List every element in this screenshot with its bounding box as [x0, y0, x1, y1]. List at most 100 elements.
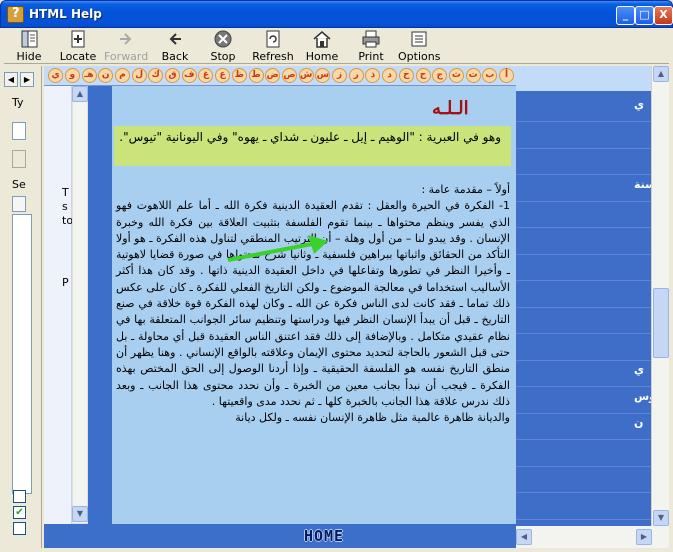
alphabet-letter-button[interactable]: س — [315, 68, 331, 83]
inner-scrollbar[interactable]: ▲ ▼ — [72, 86, 88, 524]
topic-list-row[interactable] — [516, 490, 651, 520]
alphabet-letter-button[interactable]: ط — [248, 68, 264, 83]
topic-list-row[interactable] — [516, 251, 651, 281]
navigation-pane: ◀ ▶ Ty Se ✔ — [4, 66, 42, 548]
alphabet-letter-button[interactable]: ج — [432, 68, 448, 83]
locate-icon — [71, 30, 85, 48]
alphabet-letter-button[interactable]: ق — [165, 68, 180, 83]
article-body: أولاً – مقدمة عامة : 1- الفكرة في الحيرة… — [116, 182, 510, 426]
toolbar: Hide Locate Forward Back Stop Refresh Ho… — [4, 28, 669, 64]
back-button[interactable]: Back — [158, 28, 192, 64]
hide-button[interactable]: Hide — [12, 28, 46, 64]
topic-list-row[interactable] — [516, 225, 651, 255]
title-bar: HTML Help _ □ X — [0, 0, 673, 28]
scroll-thumb[interactable] — [653, 288, 669, 358]
article-page: الـلـه وهو في العبرية : "الوهيم ـ إيل ـ … — [112, 86, 516, 524]
stop-button[interactable]: Stop — [206, 28, 240, 64]
content-vertical-scrollbar[interactable]: ▲ ▼ — [651, 66, 669, 526]
refresh-button[interactable]: Refresh — [252, 28, 294, 64]
scroll-down-icon[interactable]: ▼ — [653, 510, 669, 526]
alphabet-letter-button[interactable]: ل — [131, 68, 147, 83]
topic-list-row[interactable] — [516, 119, 651, 149]
print-button-label: Print — [358, 50, 384, 63]
alphabet-letter-button[interactable]: ن — [98, 68, 114, 83]
stop-icon — [214, 30, 232, 48]
topic-list-row[interactable] — [516, 304, 651, 334]
nav-scroll-left-icon[interactable]: ◀ — [4, 72, 18, 87]
alphabet-bar: أ ب ت ث ج ح خ د ذ ر ز س ش ص ض ط ظ ع غ ف ق ك ل م ن هـ و ي — [44, 66, 516, 86]
highlight-text: وهو في العبرية : "الوهيم ـ إيل ـ عليون ـ… — [119, 130, 501, 144]
topics-list[interactable] — [12, 214, 32, 494]
options-button-label: Options — [398, 50, 441, 63]
locate-button[interactable]: Locate — [58, 28, 98, 64]
home-icon — [313, 31, 331, 48]
help-app-icon — [7, 6, 24, 23]
print-button[interactable]: Print — [354, 28, 388, 64]
scroll-right-icon[interactable]: ▶ — [636, 529, 652, 545]
topic-list-panel[interactable]: ي سنة ي وس ن — [516, 92, 654, 548]
alphabet-letter-button[interactable]: ز — [332, 68, 347, 83]
topic-list-row[interactable] — [516, 463, 651, 493]
alphabet-letter-button[interactable]: و — [64, 68, 80, 83]
type-button[interactable] — [12, 150, 26, 168]
alphabet-bar-extension — [516, 66, 651, 92]
topic-list-row[interactable] — [516, 331, 651, 361]
alphabet-letter-button[interactable]: ي — [48, 68, 64, 83]
alphabet-letter-button[interactable]: أ — [499, 68, 514, 83]
topic-list-row[interactable]: وس — [516, 384, 654, 414]
forward-button[interactable]: Forward — [104, 28, 148, 64]
scroll-up-icon[interactable]: ▲ — [653, 66, 669, 82]
alphabet-letter-button[interactable]: ش — [298, 68, 314, 83]
alphabet-letter-button[interactable]: ت — [465, 68, 481, 83]
type-field[interactable] — [12, 122, 26, 140]
topic-list-row[interactable] — [516, 437, 651, 467]
nav-scroll-right-icon[interactable]: ▶ — [20, 72, 34, 87]
home-toolbar-button[interactable]: Home — [304, 28, 340, 64]
content-horizontal-scrollbar[interactable]: ◀ ▶ — [516, 526, 669, 548]
options-button[interactable]: Options — [398, 28, 440, 64]
alphabet-letter-button[interactable]: غ — [198, 68, 214, 83]
back-arrow-icon — [169, 33, 181, 45]
topic-list-row[interactable]: سنة — [516, 172, 654, 202]
alphabet-letter-button[interactable]: ث — [448, 68, 464, 83]
inner-index-pane: T s to P — [44, 86, 73, 524]
alphabet-letter-button[interactable]: د — [382, 68, 398, 83]
topic-list-row[interactable]: ي — [516, 92, 651, 122]
nav-checkbox-2[interactable]: ✔ — [13, 506, 26, 519]
topic-list-row[interactable]: ن — [516, 410, 651, 440]
home-link[interactable]: HOME — [294, 527, 354, 546]
alphabet-letter-button[interactable]: خ — [398, 68, 414, 83]
nav-checkbox-1[interactable] — [13, 490, 26, 503]
alphabet-letter-button[interactable]: ح — [415, 68, 431, 83]
inner-letter-1: T — [62, 186, 69, 199]
hide-button-label: Hide — [16, 50, 42, 63]
alphabet-letter-button[interactable]: ع — [215, 68, 231, 83]
alphabet-letter-button[interactable]: ص — [281, 68, 297, 83]
minimize-button[interactable]: _ — [616, 6, 635, 25]
alphabet-letter-button[interactable]: ك — [148, 68, 164, 83]
back-button-label: Back — [161, 50, 189, 63]
inner-scroll-up-icon[interactable]: ▲ — [72, 86, 88, 102]
topic-list-row[interactable] — [516, 278, 651, 308]
alphabet-letter-button[interactable]: ف — [181, 68, 197, 83]
article-last-line: والديانة ظاهرة عالمية مثل ظاهرة الإنسان … — [235, 411, 510, 425]
select-field[interactable] — [12, 196, 26, 212]
alphabet-letter-button[interactable]: ض — [265, 68, 281, 83]
nav-checkbox-3[interactable] — [13, 522, 26, 535]
alphabet-letter-button[interactable]: م — [114, 68, 130, 83]
alphabet-letter-button[interactable]: ذ — [365, 68, 381, 83]
topic-list-row[interactable]: ي — [516, 357, 651, 387]
maximize-button[interactable]: □ — [635, 6, 654, 25]
alphabet-letter-button[interactable]: ظ — [231, 68, 247, 83]
close-button[interactable]: X — [654, 6, 673, 25]
scroll-left-icon[interactable]: ◀ — [516, 529, 532, 545]
inner-scroll-down-icon[interactable]: ▼ — [72, 506, 88, 522]
alphabet-letter-button[interactable]: ر — [348, 68, 364, 83]
topic-list-row[interactable] — [516, 145, 651, 175]
hide-icon — [21, 30, 38, 48]
alphabet-letter-button[interactable]: هـ — [81, 68, 97, 83]
topic-list-row[interactable] — [516, 198, 651, 228]
alphabet-letter-button[interactable]: ب — [482, 68, 498, 83]
highlight-box: وهو في العبرية : "الوهيم ـ إيل ـ عليون ـ… — [114, 126, 511, 166]
page-title: الـلـه — [432, 98, 469, 119]
